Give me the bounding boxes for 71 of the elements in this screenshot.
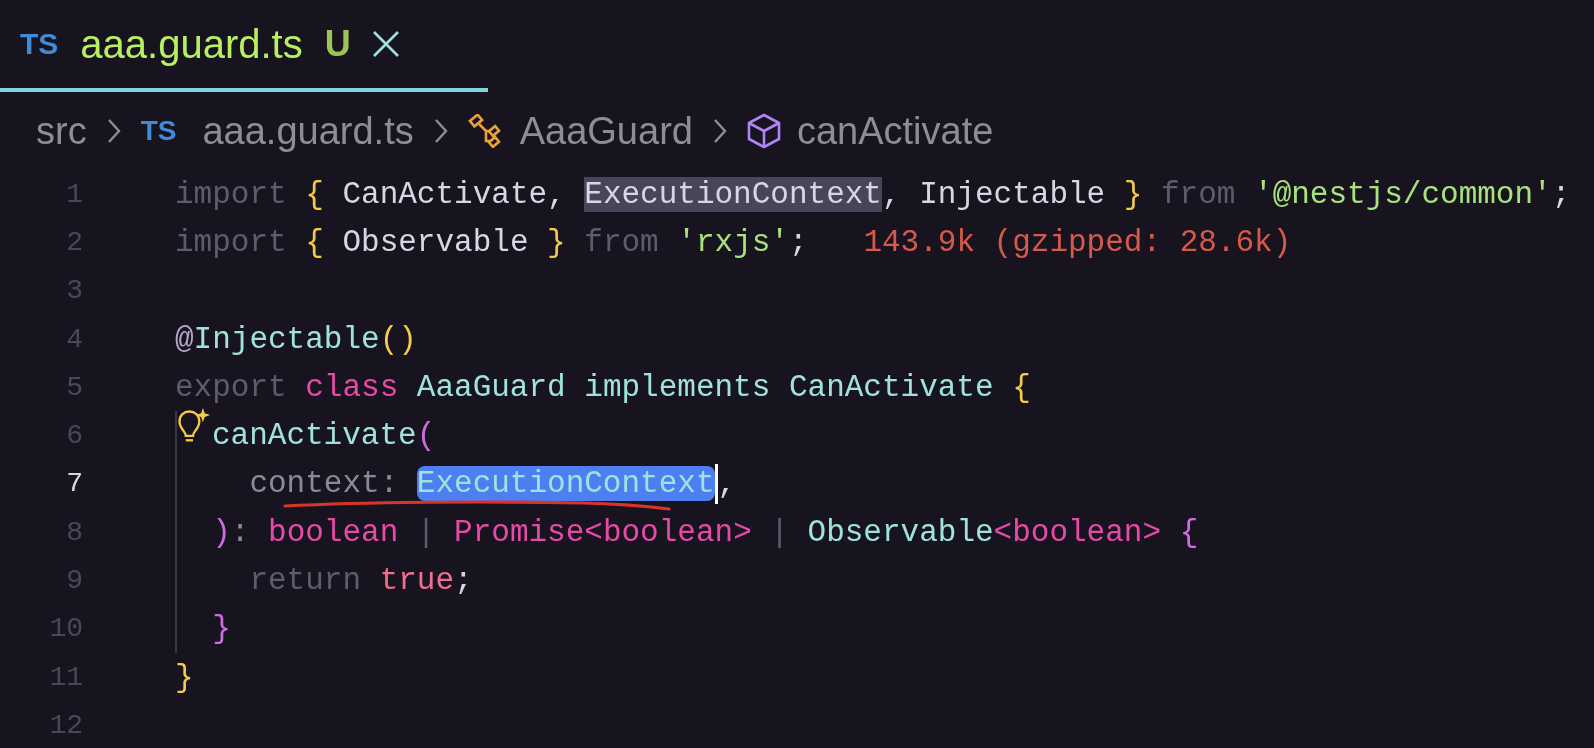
- code-token: class: [305, 369, 400, 405]
- code-token: return: [248, 563, 363, 598]
- chevron-icon: [712, 118, 727, 144]
- code-token: Observable: [807, 514, 994, 550]
- line-number: 9: [65, 565, 83, 596]
- code-token: boolean: [268, 514, 400, 550]
- code-token: true: [379, 563, 455, 598]
- breadcrumb-item[interactable]: src: [36, 109, 87, 153]
- code-token: , Injectable: [881, 176, 1107, 212]
- chevron-icon: [106, 118, 121, 144]
- code-token: Promise: [454, 514, 585, 550]
- code-token: import: [175, 176, 288, 212]
- code-token: context:: [248, 466, 400, 502]
- breadcrumb-item[interactable]: canActivate: [796, 109, 994, 153]
- line-number: 7: [65, 468, 83, 500]
- code-token: {: [1179, 514, 1199, 550]
- line-number: 10: [48, 613, 83, 645]
- code-token: Observable: [342, 224, 530, 260]
- typescript-icon: TS: [20, 27, 59, 61]
- code-token: <boolean>: [584, 514, 753, 550]
- code-token: |: [770, 514, 790, 550]
- selected-text: ExecutionContext: [416, 466, 715, 502]
- editor-tab[interactable]: TS aaa.guard.ts U: [0, 0, 488, 92]
- line-number: 8: [65, 516, 83, 548]
- code-token: '@nestjs/common': [1254, 176, 1552, 212]
- code-token: (: [416, 418, 436, 454]
- line-number: 3: [65, 275, 83, 307]
- code-token: Injectable: [193, 321, 380, 357]
- line-number: 1: [65, 178, 83, 210]
- code-token: <boolean>: [993, 514, 1163, 550]
- code-token: from: [584, 224, 660, 260]
- code-token: ;: [1551, 176, 1571, 212]
- code-token: ;: [454, 563, 473, 598]
- code-token: }: [547, 224, 567, 260]
- chevron-icon: [433, 118, 448, 144]
- code-token: {: [305, 176, 325, 212]
- code-token: 'rxjs': [677, 224, 789, 260]
- code-token: AaaGuard implements CanActivate: [416, 369, 995, 405]
- code-token: ;: [788, 224, 809, 260]
- code-token: ): [211, 514, 231, 550]
- breadcrumb-item[interactable]: aaa.guard.ts: [202, 109, 414, 153]
- code-token: }: [211, 611, 231, 647]
- line-number: 2: [65, 226, 83, 258]
- code-token: canActivate: [212, 418, 417, 454]
- code-token: |: [416, 514, 437, 550]
- code-token: CanActivate,: [342, 176, 567, 212]
- code-token: {: [1012, 369, 1031, 405]
- import-cost-hint: 143.9k (gzipped: 28.6k): [863, 224, 1292, 260]
- line-number: 11: [48, 661, 83, 693]
- line-number: 5: [65, 371, 83, 403]
- close-icon[interactable]: [370, 29, 401, 59]
- code-token: (): [379, 321, 417, 357]
- typescript-icon: TS: [140, 115, 177, 147]
- code-token: import: [175, 224, 288, 260]
- git-status: U: [324, 23, 351, 65]
- line-number: 6: [65, 420, 83, 452]
- cube-icon: [746, 113, 781, 149]
- code-token: }: [175, 659, 194, 695]
- code-token: {: [305, 224, 325, 260]
- code-token: export: [175, 369, 288, 405]
- match-highlight: ExecutionContext: [584, 176, 882, 212]
- line-number: 12: [48, 709, 83, 741]
- breadcrumb-item[interactable]: AaaGuard: [519, 109, 693, 153]
- tab-filename: aaa.guard.ts: [80, 21, 303, 67]
- line-number: 4: [65, 323, 83, 355]
- lightbulb-icon[interactable]: [175, 407, 211, 444]
- code-token: ,: [717, 466, 737, 502]
- code-token: from: [1161, 176, 1237, 212]
- code-token: }: [1123, 176, 1144, 212]
- code-token: :: [230, 514, 251, 550]
- code-token: @: [175, 321, 194, 357]
